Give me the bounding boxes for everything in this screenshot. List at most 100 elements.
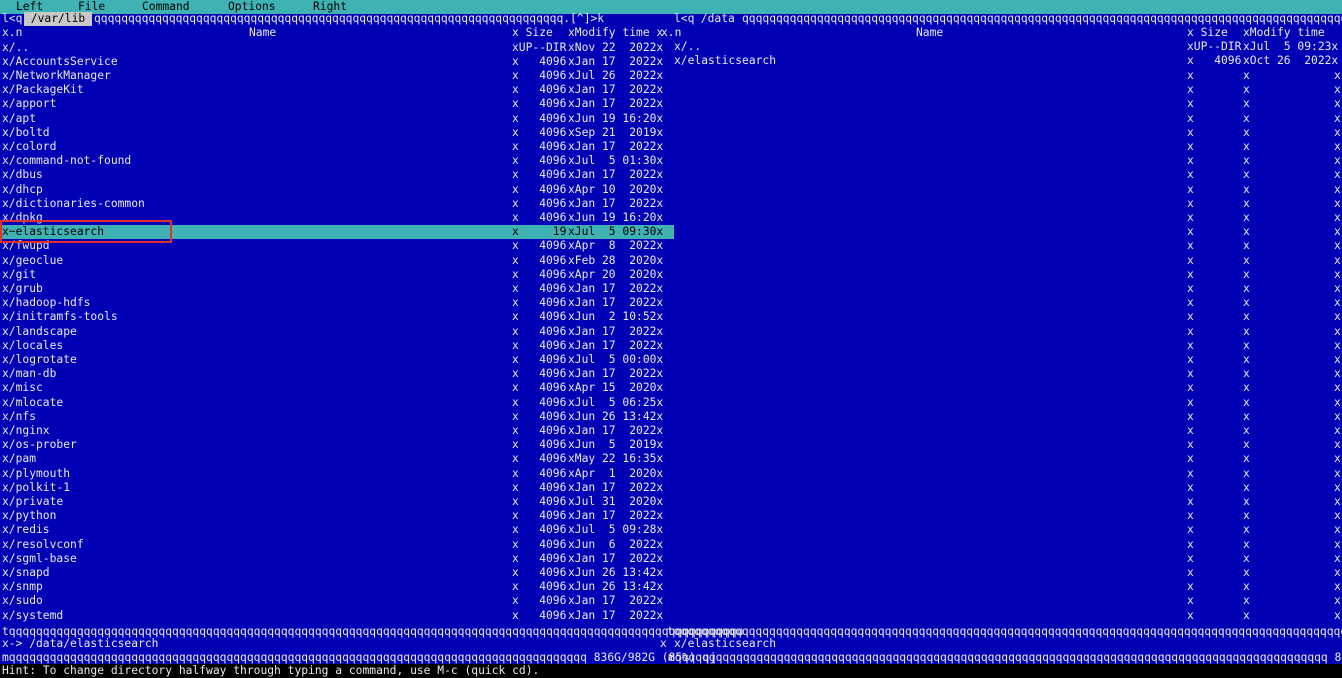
column-separator: x (1243, 139, 1250, 153)
right-col-name[interactable]: Name (916, 26, 943, 40)
column-separator: x (1187, 509, 1194, 523)
column-separator: x (1187, 168, 1194, 182)
column-separator: x (1187, 68, 1194, 82)
right-empty-row: xxx (0, 566, 1342, 580)
column-separator: x (1187, 395, 1194, 409)
column-separator: x (1243, 196, 1250, 210)
right-row-elasticsearch[interactable]: x/elasticsearch x 4096 xOct 26 2022x (0, 54, 1342, 68)
column-separator: x (1243, 338, 1250, 352)
column-separator: x (1187, 83, 1194, 97)
column-separator: x (1334, 367, 1341, 381)
column-separator: x (1334, 352, 1341, 366)
right-empty-row: xxx (0, 69, 1342, 83)
column-separator: x (1243, 608, 1250, 622)
column-separator: x (1187, 111, 1194, 125)
column-separator: x (1243, 551, 1250, 565)
right-empty-row: xxx (0, 268, 1342, 282)
right-empty-row: xxx (0, 396, 1342, 410)
column-separator: x (1187, 580, 1194, 594)
right-empty-row: xxx (0, 538, 1342, 552)
right-panel-path[interactable]: /data (694, 12, 742, 26)
column-separator: x (1187, 381, 1194, 395)
column-separator: x (1187, 423, 1194, 437)
column-separator: x (1334, 423, 1341, 437)
column-separator: x (1243, 565, 1250, 579)
right-empty-row: xxx (0, 339, 1342, 353)
left-col-name[interactable]: Name (249, 26, 276, 40)
column-separator: x (1334, 537, 1341, 551)
column-separator: x (1334, 83, 1341, 97)
right-empty-row: xxx (0, 83, 1342, 97)
column-separator: x (1187, 438, 1194, 452)
right-empty-row: xxx (0, 310, 1342, 324)
left-col-n[interactable]: x.n (2, 26, 22, 40)
column-separator: x (1187, 523, 1194, 537)
hint-bar: Hint: To change directory halfway throug… (0, 664, 1342, 678)
left-col-mtime[interactable]: xModify time x (568, 26, 663, 40)
column-separator: x (1334, 580, 1341, 594)
right-empty-row: xxx (0, 424, 1342, 438)
column-separator: x (1187, 281, 1194, 295)
column-separator: x (1187, 338, 1194, 352)
column-separator: x (1243, 267, 1250, 281)
right-empty-row: xxx (0, 580, 1342, 594)
column-separator: x (1187, 296, 1194, 310)
right-empty-row: xxx (0, 239, 1342, 253)
column-separator: x (1334, 480, 1341, 494)
right-col-n[interactable]: x.n (661, 26, 681, 40)
column-separator: x (1187, 367, 1194, 381)
column-separator: x (1334, 139, 1341, 153)
column-separator: x (1243, 395, 1250, 409)
left-mini-status: x-> /data/elasticsearch (2, 637, 159, 650)
right-empty-row: xxx (0, 495, 1342, 509)
column-separator: x (1334, 154, 1341, 168)
column-separator: x (1243, 83, 1250, 97)
right-empty-row: xxx (0, 211, 1342, 225)
right-empty-row: xxx (0, 410, 1342, 424)
right-empty-row: xxx (0, 325, 1342, 339)
column-separator: x (1334, 296, 1341, 310)
column-separator: x (1187, 139, 1194, 153)
column-separator: x (1243, 480, 1250, 494)
right-empty-row: xxx (0, 509, 1342, 523)
column-separator: x (1334, 310, 1341, 324)
column-separator: x (1243, 352, 1250, 366)
column-separator: x (1187, 154, 1194, 168)
column-separator: x (1187, 125, 1194, 139)
column-separator: x (1187, 225, 1194, 239)
right-col-mtime[interactable]: xModify time (1243, 26, 1325, 40)
column-separator: x (1243, 438, 1250, 452)
column-separator: x (1334, 182, 1341, 196)
column-separator: x (1334, 338, 1341, 352)
column-separator: x (1243, 409, 1250, 423)
column-separator: x (1334, 111, 1341, 125)
column-separator: x (1334, 225, 1341, 239)
right-row-updir[interactable]: x/.. xUP--DIR xJul 5 09:23x (0, 40, 1342, 54)
right-empty-row: xxx (0, 97, 1342, 111)
right-empty-row: xxx (0, 552, 1342, 566)
column-separator: x (1243, 168, 1250, 182)
column-separator: x (1187, 494, 1194, 508)
column-separator: x (1243, 154, 1250, 168)
column-separator: x (1334, 395, 1341, 409)
column-separator: x (1334, 125, 1341, 139)
left-panel-path[interactable]: /var/lib (24, 12, 93, 27)
column-separator: x (1187, 324, 1194, 338)
right-col-size[interactable]: x Size (1187, 26, 1228, 40)
column-separator: x (1187, 480, 1194, 494)
column-separator: x (1243, 423, 1250, 437)
column-separator: x (1334, 594, 1341, 608)
column-separator: x (1243, 182, 1250, 196)
right-empty-row: xxx (0, 452, 1342, 466)
left-col-size[interactable]: x Size (512, 26, 553, 40)
column-separator: x (1334, 494, 1341, 508)
column-separator: x (1243, 210, 1250, 224)
right-empty-row: xxx (0, 523, 1342, 537)
column-separator: x (1243, 509, 1250, 523)
column-separator: x (1243, 466, 1250, 480)
right-path-suffix: qqqqqqqqqqqqqqqqqqqqqqqqqqqqqqqqqqqqqqqq… (742, 12, 1342, 25)
column-separator: x (1187, 182, 1194, 196)
column-separator: x (1334, 267, 1341, 281)
column-separator: x (1187, 409, 1194, 423)
left-info-end: x (660, 637, 667, 650)
